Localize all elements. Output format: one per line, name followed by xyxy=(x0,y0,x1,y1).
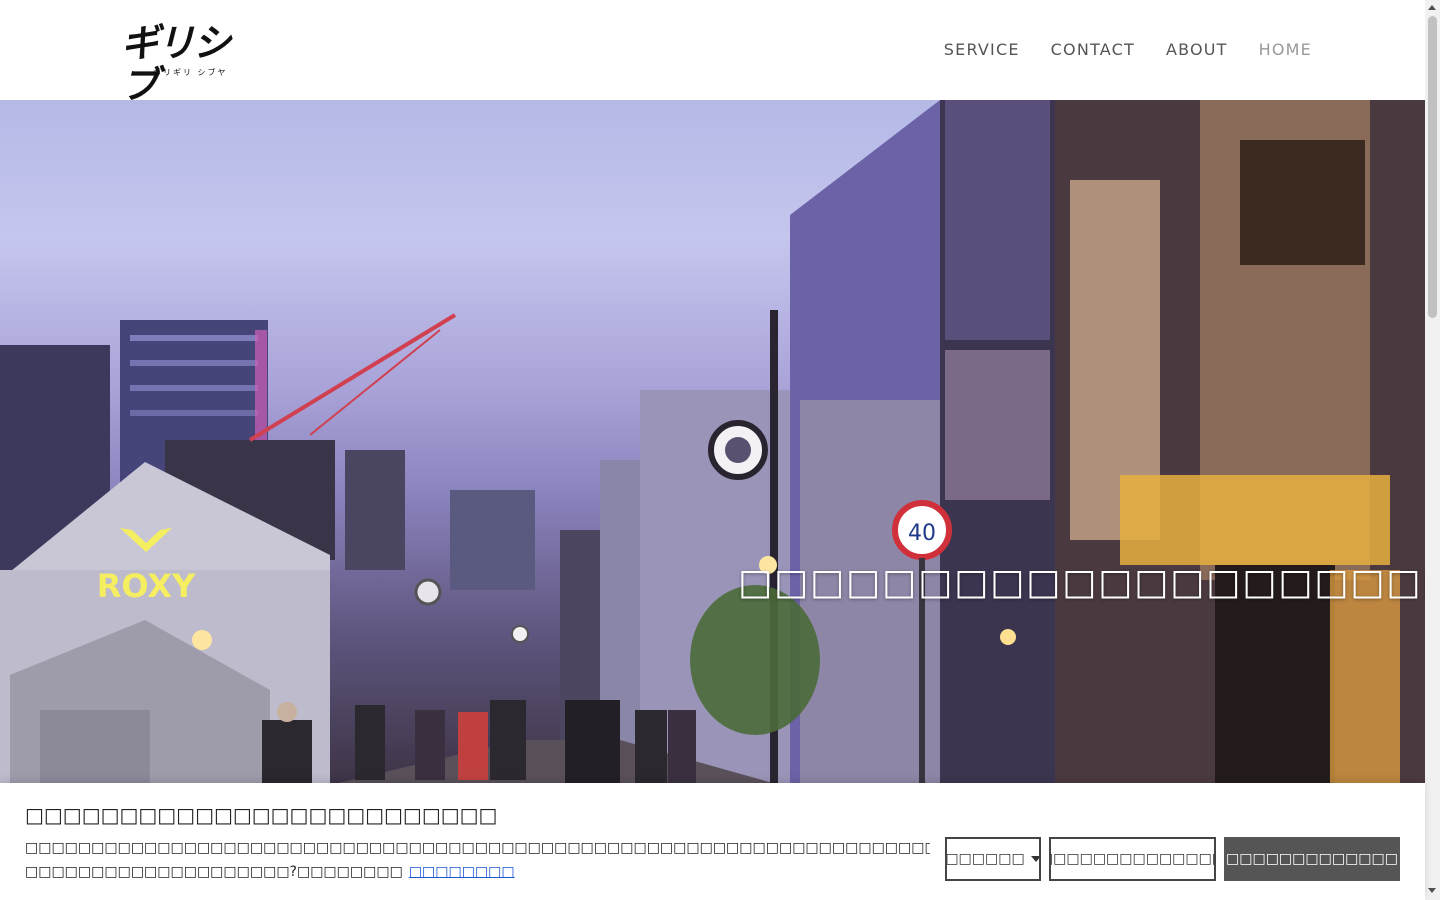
nav-service[interactable]: SERVICE xyxy=(944,38,1020,62)
logo-subtext: ギリギリ シブヤ xyxy=(153,68,228,77)
speed-limit-text: 40 xyxy=(908,521,936,546)
cookie-consent-banner: □□□□□□□□□□□□□□□□□□□□□□□□□ □□□□□□□□□□□□□□… xyxy=(0,783,1425,900)
cookie-policy-link[interactable]: □□□□□□□□ xyxy=(409,864,515,880)
nav-about[interactable]: ABOUT xyxy=(1166,38,1228,62)
scroll-thumb[interactable] xyxy=(1428,16,1437,318)
scroll-down-arrow-icon[interactable] xyxy=(1428,888,1436,893)
nav-contact[interactable]: CONTACT xyxy=(1051,38,1135,62)
hero-image: 40 ROXY □□□□□□□□□□□□□□□□□□□□□□□□□ xyxy=(0,100,1425,785)
caret-down-icon xyxy=(1030,856,1039,862)
vertical-scrollbar[interactable] xyxy=(1425,0,1440,900)
cookie-banner-text: □□□□□□□□□□□□□□□□□□□□□□□□□□□□□□□□□□□□□□□□… xyxy=(25,836,930,884)
nav-home[interactable]: HOME xyxy=(1259,38,1312,62)
hero-title: □□□□□□□□□□□□□□□□□□□□□□□□□ xyxy=(738,562,1425,603)
logo-text: ギリシブ xyxy=(121,21,231,107)
cookie-settings-button[interactable]: □□□□□□ xyxy=(945,837,1041,881)
site-header: ギリシブ ギリギリ シブヤ SERVICE CONTACT ABOUT HOME xyxy=(0,0,1425,106)
main-nav: SERVICE CONTACT ABOUT HOME xyxy=(944,38,1312,62)
accept-cookies-button[interactable]: □□□□□□□□□□□□□□□ xyxy=(1224,837,1400,881)
cookie-banner-title: □□□□□□□□□□□□□□□□□□□□□□□□□ xyxy=(25,803,498,827)
roxy-sign-text: ROXY xyxy=(97,567,196,605)
scroll-up-arrow-icon[interactable] xyxy=(1428,5,1436,10)
cookie-settings-label: □□□□□□ xyxy=(945,851,1025,867)
street-scene-illustration: 40 ROXY xyxy=(0,100,1425,785)
cookie-text-line-2: □□□□□□□□□□□□□□□□□□□□?□□□□□□□□ xyxy=(25,864,403,880)
cookie-text-line-1: □□□□□□□□□□□□□□□□□□□□□□□□□□□□□□□□□□□□□□□□… xyxy=(25,840,930,856)
reject-cookies-button[interactable]: □□□□□□□□□□□□□□ xyxy=(1049,837,1216,881)
site-logo[interactable]: ギリシブ ギリギリ シブヤ xyxy=(121,22,245,106)
